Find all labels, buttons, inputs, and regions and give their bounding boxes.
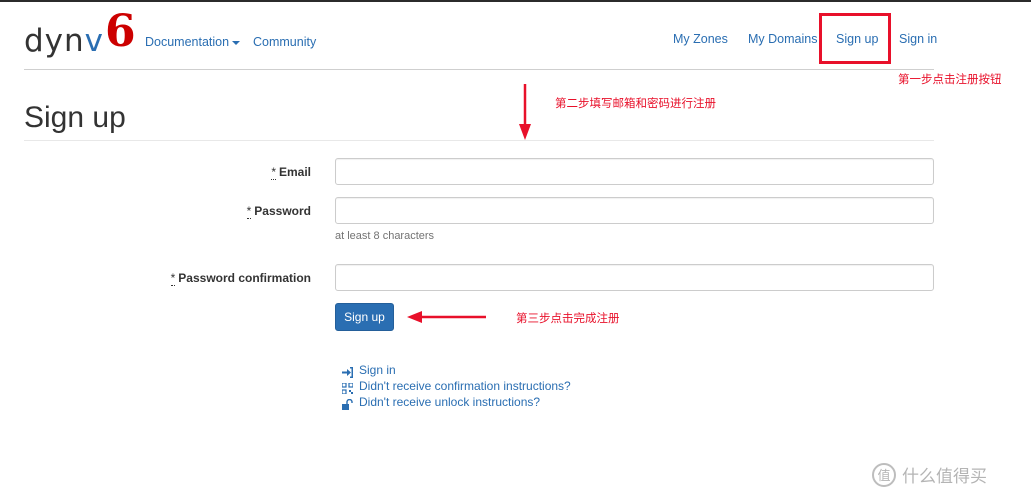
- arrow-left-icon: [407, 311, 486, 323]
- auth-links: Sign in Didn't receive confirmation inst…: [341, 362, 571, 410]
- page-title: Sign up: [24, 101, 126, 134]
- password-confirmation-label-text: Password confirmation: [178, 271, 311, 285]
- link-row-unlock: Didn't receive unlock instructions?: [342, 394, 571, 410]
- password-confirmation-field[interactable]: [335, 264, 934, 291]
- confirmation-instructions-link[interactable]: Didn't receive confirmation instructions…: [359, 378, 571, 394]
- arrow-down-icon: [519, 84, 531, 140]
- unlock-icon: [342, 397, 353, 410]
- watermark-badge-icon: 值: [872, 462, 896, 487]
- password-label: * Password: [246, 204, 311, 219]
- required-mark: *: [170, 271, 176, 286]
- password-label-text: Password: [254, 204, 311, 218]
- email-label-text: Email: [278, 165, 311, 179]
- required-mark: *: [271, 165, 276, 180]
- unlock-instructions-link[interactable]: Didn't receive unlock instructions?: [359, 394, 540, 410]
- sign-up-button[interactable]: Sign up: [335, 303, 394, 331]
- sign-in-link[interactable]: Sign in: [359, 362, 396, 378]
- link-row-confirmation: Didn't receive confirmation instructions…: [341, 378, 571, 395]
- qr-code-icon: [341, 381, 354, 395]
- required-mark: *: [246, 204, 252, 219]
- password-help-text: at least 8 characters: [335, 230, 435, 242]
- link-row-sign-in: Sign in: [342, 362, 571, 378]
- password-confirmation-label: * Password confirmation: [170, 271, 311, 286]
- title-divider: [24, 140, 934, 141]
- annotation-arrows: [407, 84, 531, 323]
- sign-in-icon: [342, 365, 353, 378]
- watermark-text: 什么值得买: [902, 467, 987, 487]
- watermark: 值 什么值得买: [872, 462, 987, 487]
- email-field[interactable]: [335, 158, 934, 185]
- email-label: * Email: [271, 165, 311, 180]
- password-field[interactable]: [335, 197, 934, 224]
